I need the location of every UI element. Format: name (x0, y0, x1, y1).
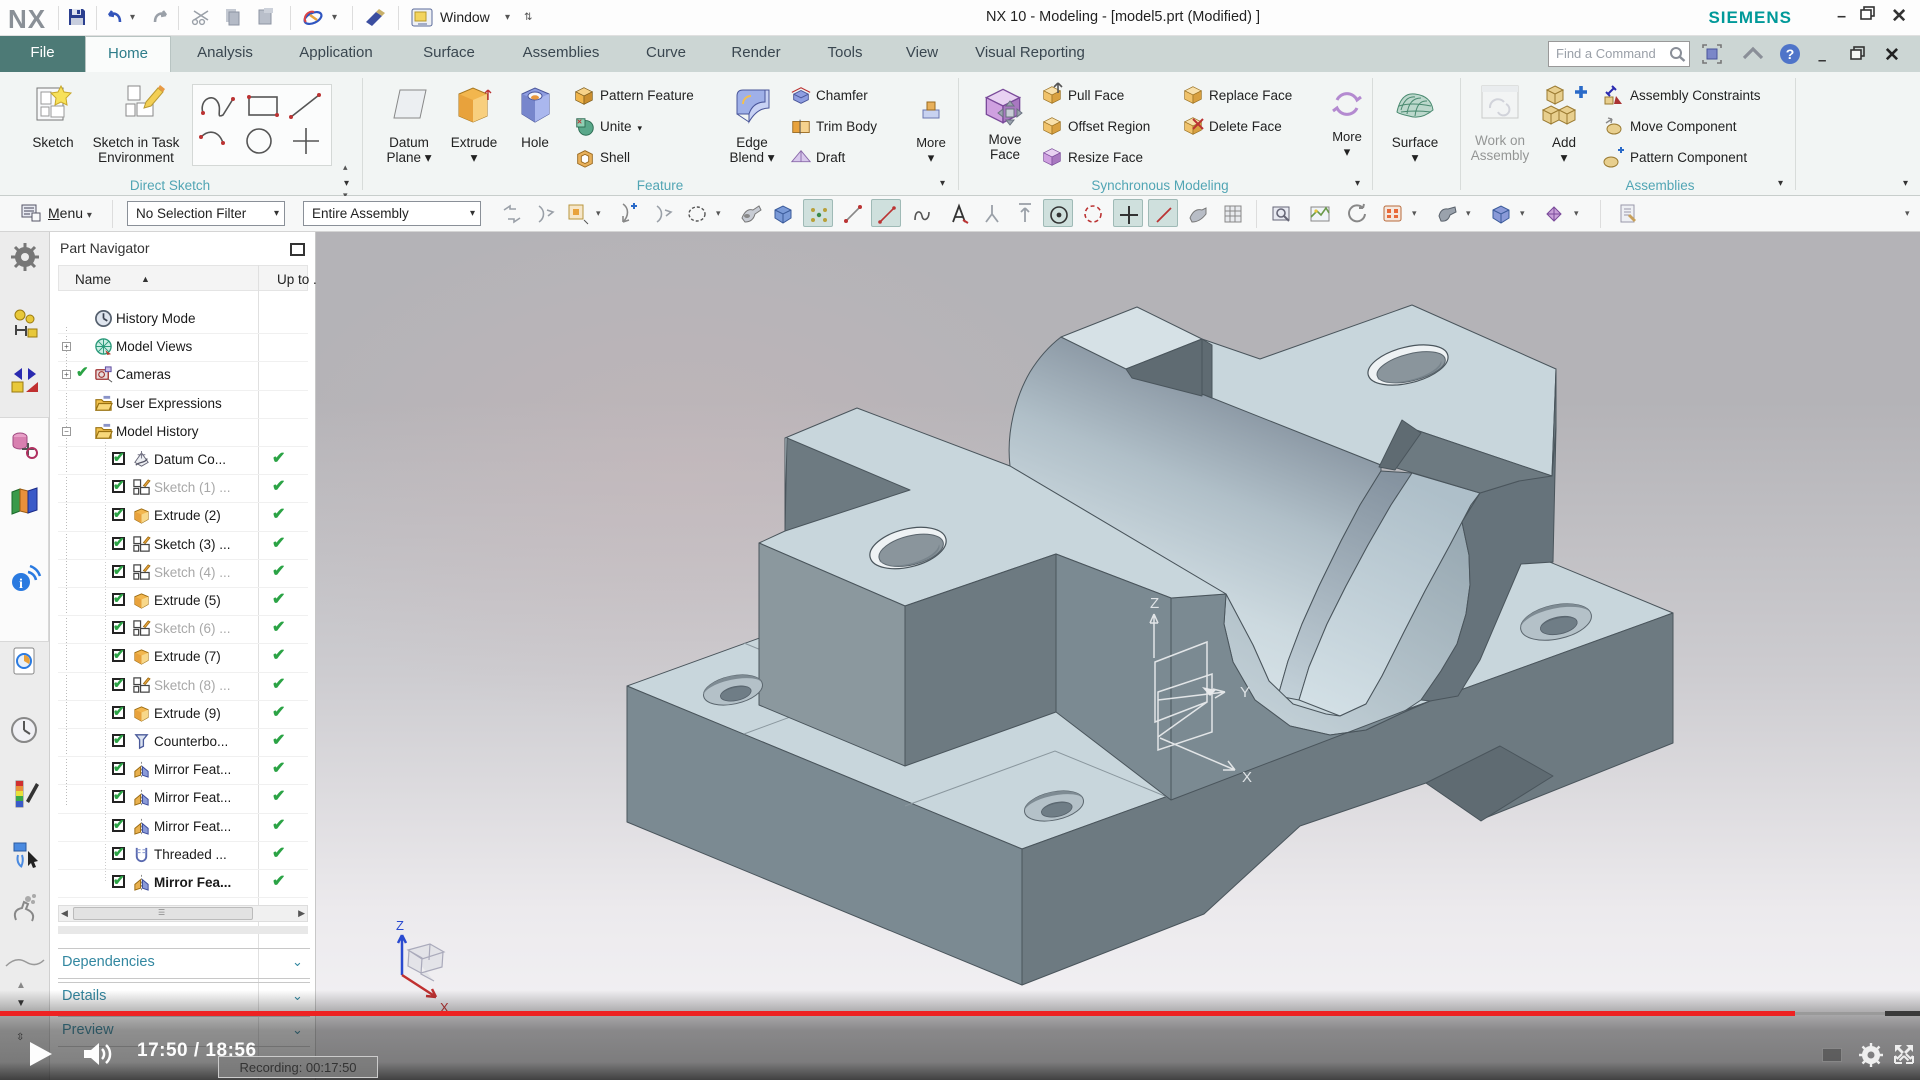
svg-text:i: i (19, 577, 23, 592)
svg-text:X: X (1242, 769, 1252, 786)
svg-text:Z: Z (1150, 595, 1159, 612)
svg-text:Z: Z (396, 918, 404, 933)
svg-text:?: ? (1786, 46, 1795, 62)
svg-text:Y: Y (1240, 684, 1250, 701)
